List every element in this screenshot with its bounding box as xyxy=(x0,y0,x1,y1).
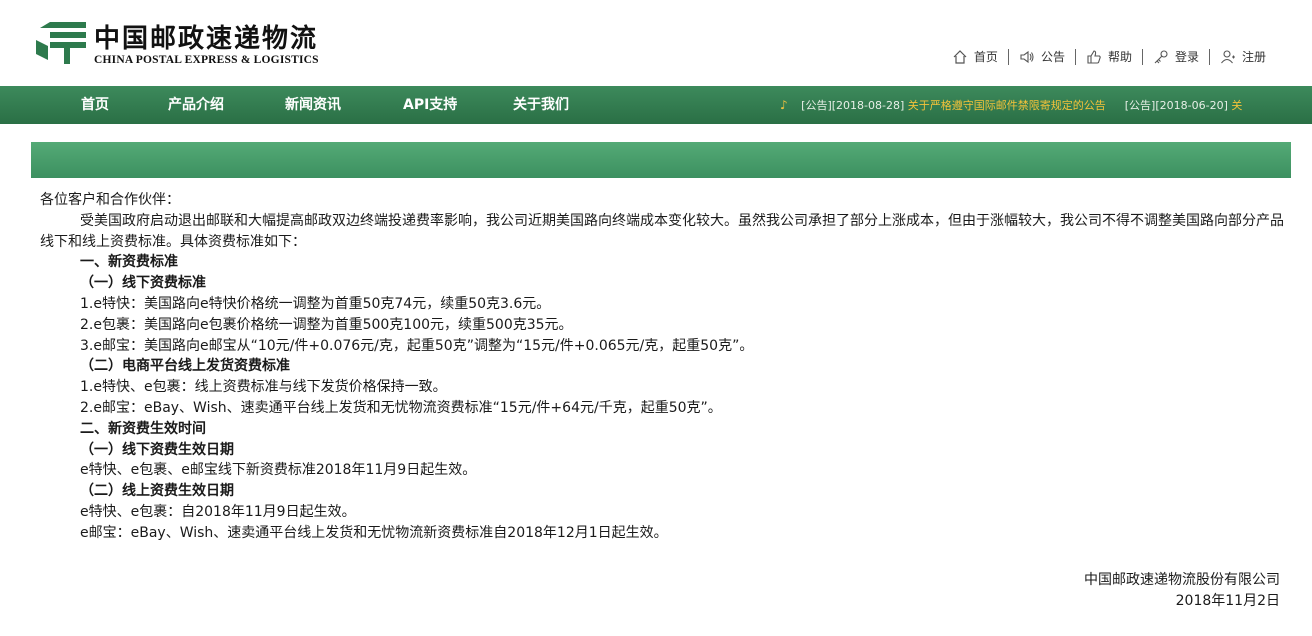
list-item: e特快、e包裹：自2018年11月9日起生效。 xyxy=(80,503,356,520)
subsection-heading: （一）线下资费标准 xyxy=(80,275,206,292)
signature-date: 2018年11月2日 xyxy=(1175,593,1280,609)
section-heading: 一、新资费标准 xyxy=(80,254,178,271)
toplink-register[interactable]: 注册 xyxy=(1210,48,1276,65)
nav-about[interactable]: 关于我们 xyxy=(513,86,569,124)
signature-org: 中国邮政速递物流股份有限公司 xyxy=(1084,572,1280,588)
toplink-login-label: 登录 xyxy=(1174,50,1199,64)
list-item: 1.e特快、e包裹：线上资费标准与线下发货价格保持一致。 xyxy=(80,379,447,396)
toplink-notice[interactable]: 公告 xyxy=(1009,48,1075,65)
content-banner xyxy=(31,142,1291,178)
brand-logo[interactable]: 中国邮政速递物流 CHINA POSTAL EXPRESS & LOGISTIC… xyxy=(34,14,334,74)
volume-icon: ♪ xyxy=(780,98,788,112)
intro-paragraph: 受美国政府启动退出邮联和大幅提高邮政双边终端投递费率影响，我公司近期美国路向终端… xyxy=(40,211,1285,253)
section-heading: 二、新资费生效时间 xyxy=(80,420,206,437)
top-links: 首页 公告 帮助 登录 注册 xyxy=(942,48,1276,65)
nav-api[interactable]: API支持 xyxy=(403,86,457,124)
notice-tag: [公告][2018-06-20] xyxy=(1124,99,1228,112)
toplink-notice-label: 公告 xyxy=(1040,50,1065,64)
notice-ticker: ♪ [公告][2018-08-28] 关于严格遵守国际邮件禁限寄规定的公告 [公… xyxy=(780,86,1312,124)
subsection-heading: （二）线上资费生效日期 xyxy=(80,483,234,500)
list-item: e邮宝：eBay、Wish、速卖通平台线上发货和无忧物流新资费标准自2018年1… xyxy=(80,524,668,541)
subsection-heading: （二）电商平台线上发货资费标准 xyxy=(80,358,290,375)
salutation: 各位客户和合作伙伴： xyxy=(40,192,180,208)
user-icon xyxy=(1221,49,1235,63)
list-item: 1.e特快：美国路向e特快价格统一调整为首重50克74元，续重50克3.6元。 xyxy=(80,295,551,312)
main-nav: 首页 产品介绍 新闻资讯 API支持 关于我们 ♪ [公告][2018-08-2… xyxy=(0,86,1312,124)
list-item: 2.e包裹：美国路向e包裹价格统一调整为首重500克100元，续重500克35元… xyxy=(80,316,573,333)
subsection-heading: （一）线下资费生效日期 xyxy=(80,441,234,458)
home-icon xyxy=(953,49,967,64)
key-icon xyxy=(1154,49,1168,63)
list-item: e特快、e包裹、e邮宝线下新资费标准2018年11月9日起生效。 xyxy=(80,462,477,479)
page: 中国邮政速递物流 CHINA POSTAL EXPRESS & LOGISTIC… xyxy=(0,0,1312,636)
toplink-help-label: 帮助 xyxy=(1107,50,1132,64)
list-item: 3.e邮宝：美国路向e邮宝从“10元/件+0.076元/克，起重50克”调整为“… xyxy=(80,337,754,354)
site-header: 中国邮政速递物流 CHINA POSTAL EXPRESS & LOGISTIC… xyxy=(0,0,1312,86)
intro-text: 受美国政府启动退出邮联和大幅提高邮政双边终端投递费率影响，我公司近期美国路向终端… xyxy=(40,212,1284,250)
china-post-logo-icon xyxy=(36,22,86,64)
toplink-register-label: 注册 xyxy=(1241,50,1266,64)
brand-name-cn: 中国邮政速递物流 xyxy=(94,24,319,54)
signature-block: 中国邮政速递物流股份有限公司 2018年11月2日 xyxy=(1084,570,1280,612)
list-item: 2.e邮宝：eBay、Wish、速卖通平台线上发货和无忧物流资费标准“15元/件… xyxy=(80,399,722,416)
toplink-home[interactable]: 首页 xyxy=(942,48,1008,65)
notice-link[interactable]: 关 xyxy=(1231,99,1242,112)
toplink-help[interactable]: 帮助 xyxy=(1076,48,1142,65)
brand-name-en: CHINA POSTAL EXPRESS & LOGISTICS xyxy=(94,54,319,66)
notice-link[interactable]: 关于严格遵守国际邮件禁限寄规定的公告 xyxy=(908,99,1106,112)
toplink-login[interactable]: 登录 xyxy=(1143,48,1209,65)
nav-home[interactable]: 首页 xyxy=(81,86,109,124)
speaker-icon xyxy=(1020,50,1034,63)
notice-tag: [公告][2018-08-28] xyxy=(801,99,905,112)
nav-news[interactable]: 新闻资讯 xyxy=(285,86,341,124)
thumb-icon xyxy=(1087,49,1101,64)
announcement-body: 各位客户和合作伙伴： 受美国政府启动退出邮联和大幅提高邮政双边终端投递费率影响，… xyxy=(40,190,1285,544)
toplink-home-label: 首页 xyxy=(973,50,998,64)
nav-products[interactable]: 产品介绍 xyxy=(168,86,224,124)
